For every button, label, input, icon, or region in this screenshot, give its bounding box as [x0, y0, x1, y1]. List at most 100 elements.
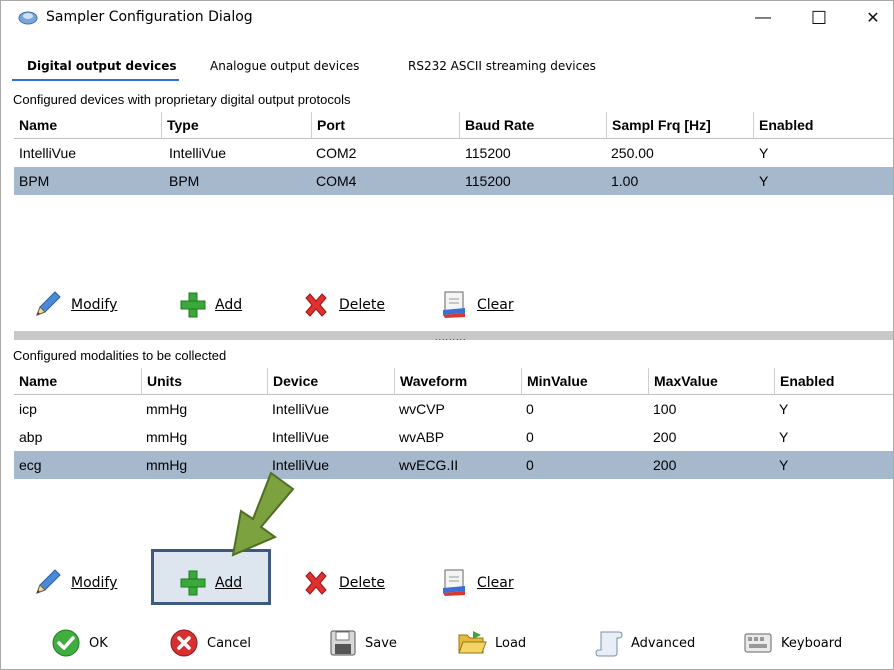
modalities-delete-button[interactable]: Delete	[301, 563, 385, 603]
open-folder-icon	[458, 631, 487, 654]
cell-minvalue: 0	[526, 457, 534, 473]
delete-label: Delete	[339, 297, 385, 313]
table-row[interactable]: abp mmHg IntelliVue wvABP 0 200 Y	[14, 423, 893, 451]
splitter-grip[interactable]: .........	[435, 333, 467, 342]
clear-label: Clear	[477, 575, 514, 591]
cell-device: IntelliVue	[272, 429, 330, 445]
column-header-enabled[interactable]: Enabled	[753, 112, 893, 138]
column-header-name[interactable]: Name	[14, 112, 161, 138]
delete-label: Delete	[339, 575, 385, 591]
modalities-modify-button[interactable]: Modify	[31, 563, 117, 603]
load-label: Load	[495, 635, 527, 651]
tab-analogue-output[interactable]: Analogue output devices	[210, 59, 359, 73]
sampler-config-window: Sampler Configuration Dialog — ☐ ✕ Digit…	[0, 0, 894, 670]
modalities-add-button[interactable]: Add	[179, 563, 242, 603]
column-header-waveform[interactable]: Waveform	[394, 368, 521, 394]
save-button[interactable]: Save	[329, 625, 397, 661]
red-x-icon	[305, 293, 327, 317]
modalities-clear-button[interactable]: Clear	[441, 563, 514, 603]
column-header-type[interactable]: Type	[161, 112, 311, 138]
cell-maxvalue: 200	[653, 429, 677, 445]
column-header-port[interactable]: Port	[311, 112, 459, 138]
cell-enabled: Y	[779, 401, 789, 417]
cell-maxvalue: 100	[653, 401, 677, 417]
close-button[interactable]: ✕	[851, 5, 893, 31]
scroll-icon	[595, 631, 623, 657]
cell-name: abp	[19, 429, 43, 445]
keyboard-icon	[744, 633, 772, 653]
cancel-button[interactable]: Cancel	[169, 625, 251, 661]
tab-digital-output[interactable]: Digital output devices	[27, 59, 177, 73]
devices-table: Name Type Port Baud Rate Sampl Frq [Hz] …	[14, 112, 893, 242]
cell-type: BPM	[169, 173, 200, 189]
cancel-label: Cancel	[207, 635, 252, 651]
cell-waveform: wvCVP	[399, 401, 445, 417]
cell-name: ecg	[19, 457, 42, 473]
cell-sampl-frq: 1.00	[611, 173, 639, 189]
cell-enabled: Y	[779, 429, 789, 445]
app-icon	[18, 11, 38, 25]
clear-document-icon	[443, 569, 465, 596]
annotation-arrow-icon	[231, 471, 295, 557]
cell-enabled: Y	[759, 145, 769, 161]
plus-icon	[180, 292, 206, 318]
devices-add-button[interactable]: Add	[179, 285, 242, 325]
save-label: Save	[365, 635, 397, 651]
table-row[interactable]: IntelliVue IntelliVue COM2 115200 250.00…	[14, 139, 893, 167]
column-header-enabled[interactable]: Enabled	[774, 368, 893, 394]
plus-icon	[180, 570, 206, 596]
column-header-name[interactable]: Name	[14, 368, 141, 394]
pencil-icon	[36, 291, 61, 316]
modify-label: Modify	[71, 575, 118, 591]
cell-units: mmHg	[146, 457, 188, 473]
column-header-baud-rate[interactable]: Baud Rate	[459, 112, 606, 138]
cell-sampl-frq: 250.00	[611, 145, 654, 161]
devices-table-header: Name Type Port Baud Rate Sampl Frq [Hz] …	[14, 112, 893, 139]
tab-rs232-ascii[interactable]: RS232 ASCII streaming devices	[408, 59, 596, 73]
pencil-icon	[36, 569, 61, 594]
modalities-section-label: Configured modalities to be collected	[13, 348, 227, 363]
add-label: Add	[215, 575, 243, 591]
red-x-icon	[305, 571, 327, 595]
advanced-button[interactable]: Advanced	[595, 625, 695, 661]
clear-document-icon	[443, 291, 465, 318]
clear-label: Clear	[477, 297, 514, 313]
cell-enabled: Y	[759, 173, 769, 189]
devices-delete-button[interactable]: Delete	[301, 285, 385, 325]
cell-waveform: wvABP	[399, 429, 445, 445]
table-row[interactable]: icp mmHg IntelliVue wvCVP 0 100 Y	[14, 395, 893, 423]
maximize-button[interactable]: ☐	[797, 5, 841, 31]
cell-enabled: Y	[779, 457, 789, 473]
column-header-device[interactable]: Device	[267, 368, 394, 394]
table-row-selected[interactable]: BPM BPM COM4 115200 1.00 Y	[14, 167, 893, 195]
cell-name: BPM	[19, 173, 50, 189]
keyboard-label: Keyboard	[781, 635, 843, 651]
load-button[interactable]: Load	[457, 625, 526, 661]
column-header-units[interactable]: Units	[141, 368, 267, 394]
minimize-button[interactable]: —	[741, 5, 785, 31]
add-label: Add	[215, 297, 243, 313]
keyboard-button[interactable]: Keyboard	[743, 625, 842, 661]
cell-device: IntelliVue	[272, 401, 330, 417]
table-row-selected[interactable]: ecg mmHg IntelliVue wvECG.II 0 200 Y	[14, 451, 893, 479]
advanced-label: Advanced	[631, 635, 696, 651]
devices-modify-button[interactable]: Modify	[31, 285, 117, 325]
cell-waveform: wvECG.II	[399, 457, 459, 473]
cell-baud-rate: 115200	[465, 145, 511, 161]
devices-clear-button[interactable]: Clear	[441, 285, 514, 325]
cell-minvalue: 0	[526, 429, 534, 445]
cell-units: mmHg	[146, 429, 188, 445]
red-cancel-icon	[170, 629, 198, 657]
ok-button[interactable]: OK	[51, 625, 108, 661]
modify-label: Modify	[71, 297, 118, 313]
modalities-table-header: Name Units Device Waveform MinValue MaxV…	[14, 368, 893, 395]
cell-port: COM2	[316, 145, 357, 161]
ok-label: OK	[89, 635, 108, 651]
column-header-maxvalue[interactable]: MaxValue	[648, 368, 774, 394]
green-check-icon	[52, 629, 80, 657]
cell-maxvalue: 200	[653, 457, 677, 473]
column-header-sampl-frq[interactable]: Sampl Frq [Hz]	[606, 112, 753, 138]
cell-baud-rate: 115200	[465, 173, 511, 189]
active-tab-indicator	[12, 79, 179, 81]
column-header-minvalue[interactable]: MinValue	[521, 368, 648, 394]
